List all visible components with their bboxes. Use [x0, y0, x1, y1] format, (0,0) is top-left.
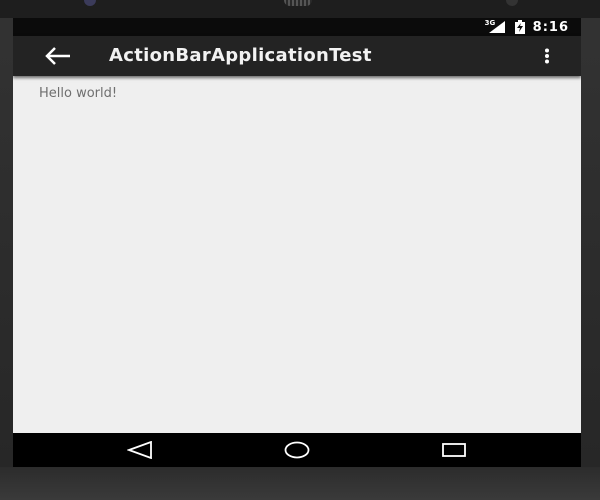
hello-text: Hello world!	[39, 86, 118, 101]
action-bar: ActionBarApplicationTest	[13, 36, 581, 76]
front-camera	[84, 0, 96, 6]
nav-recents-icon[interactable]	[424, 433, 484, 467]
device-bottom-bezel	[0, 467, 600, 500]
navigation-bar	[13, 433, 581, 467]
back-arrow-icon[interactable]	[41, 44, 75, 68]
battery-icon	[514, 20, 525, 34]
status-icons: 3G 8:16	[485, 18, 569, 36]
nav-back-icon[interactable]	[110, 433, 170, 467]
earpiece-speaker	[284, 0, 312, 6]
device-screen: 3G 8:16 ActionBarApplicationTest Hello w…	[13, 18, 581, 467]
action-bar-title: ActionBarApplicationTest	[109, 45, 372, 66]
device-top-bezel	[0, 0, 600, 18]
signal-icon: 3G	[485, 19, 507, 34]
nav-home-icon[interactable]	[267, 433, 327, 467]
status-clock: 8:16	[532, 19, 569, 35]
main-content: Hello world!	[13, 76, 581, 433]
device-frame: 3G 8:16 ActionBarApplicationTest Hello w…	[0, 0, 600, 500]
proximity-sensor	[506, 0, 518, 6]
overflow-menu-icon[interactable]	[537, 44, 557, 68]
status-bar: 3G 8:16	[13, 18, 581, 36]
